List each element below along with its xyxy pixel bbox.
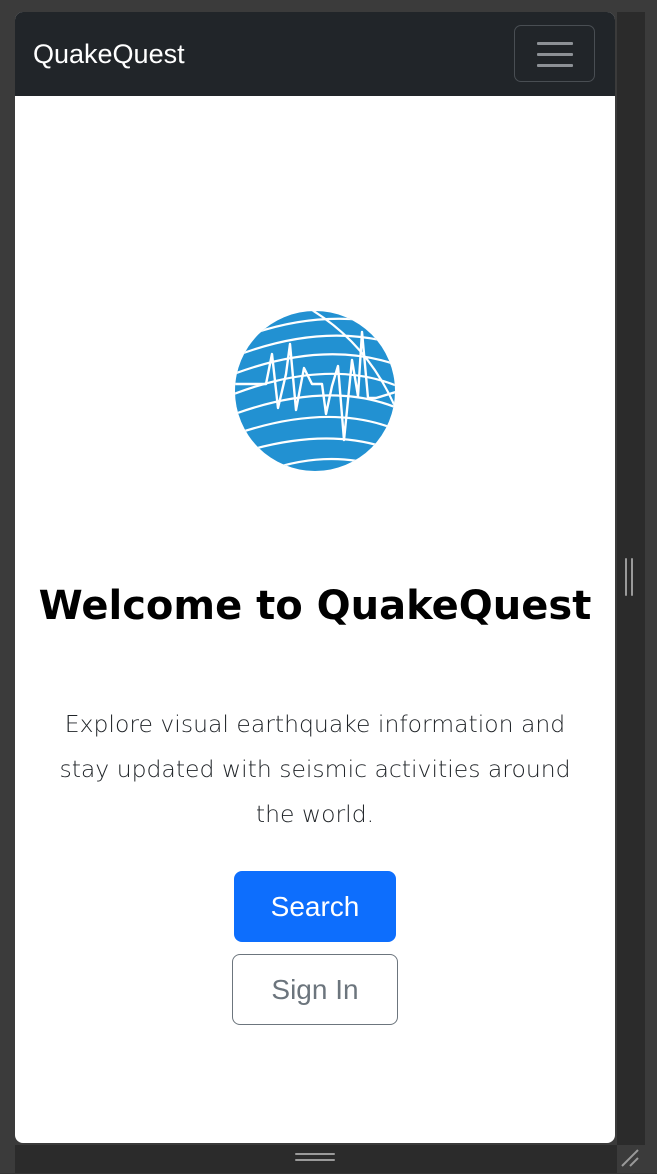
navbar: QuakeQuest bbox=[15, 12, 615, 96]
hero-title: Welcome to QuakeQuest bbox=[38, 583, 592, 629]
hero-description: Explore visual earthquake information an… bbox=[59, 710, 571, 828]
page-viewport: QuakeQuest Welcome to QuakeQuest Explore… bbox=[15, 12, 615, 1143]
navbar-toggler-button[interactable] bbox=[514, 25, 595, 82]
search-button[interactable]: Search bbox=[234, 871, 396, 942]
bottom-resize-handle[interactable] bbox=[295, 1153, 335, 1163]
seismograph-globe-icon bbox=[234, 310, 396, 472]
corner-resize-grip-icon[interactable] bbox=[618, 1146, 642, 1170]
sign-in-button[interactable]: Sign In bbox=[232, 954, 398, 1025]
right-resize-handle[interactable] bbox=[625, 558, 635, 598]
navbar-brand[interactable]: QuakeQuest bbox=[33, 36, 185, 72]
